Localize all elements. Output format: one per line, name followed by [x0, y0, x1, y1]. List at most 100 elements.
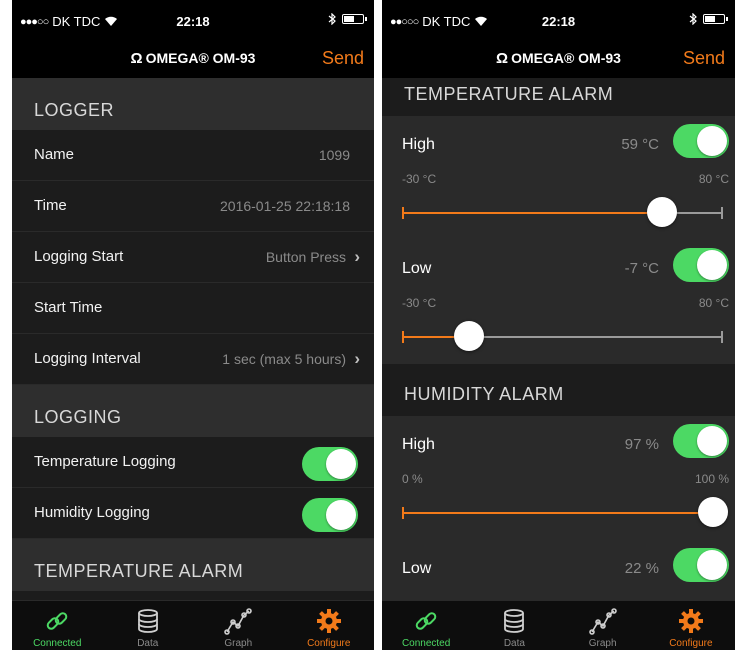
humidity-low-toggle[interactable]: [673, 548, 729, 582]
tab-graph[interactable]: Graph: [559, 601, 647, 650]
row-label: Logging Interval: [34, 350, 141, 367]
tab-connected[interactable]: Connected: [382, 601, 470, 650]
row-value: 1 sec (max 5 hours): [222, 351, 346, 367]
link-icon: [46, 612, 68, 630]
section-header-temperature-alarm: TEMPERATURE ALARM: [12, 539, 374, 591]
temperature-low-slider[interactable]: [402, 321, 723, 351]
status-bar: ●●○○○ DK TDC 22:18: [382, 0, 735, 40]
humidity-high-slider[interactable]: [402, 497, 729, 527]
nav-title-text: OMEGA® OM-93: [145, 50, 256, 66]
alarm-value: 59 °C: [621, 136, 659, 153]
row-value: Button Press: [265, 249, 346, 265]
section-header-temperature-alarm: TEMPERATURE ALARM: [382, 78, 735, 116]
tab-data[interactable]: Data: [103, 601, 194, 650]
slider-min-label: -30 °C: [402, 296, 437, 310]
slider-max-label: 80 °C: [698, 296, 729, 310]
tab-label: Data: [137, 638, 159, 649]
slider-thumb[interactable]: [647, 197, 677, 227]
tab-label: Configure: [307, 638, 351, 649]
bluetooth-icon: [689, 13, 697, 25]
row-logging-interval[interactable]: Logging Interval 1 sec (max 5 hours) ›: [12, 334, 374, 385]
tab-connected[interactable]: Connected: [12, 601, 103, 650]
omega-logo-icon: Ω: [496, 50, 509, 67]
temperature-low-alarm: Low -7 °C -30 °C 80 °C: [382, 240, 735, 364]
slider-max-label: 100 %: [694, 472, 729, 486]
battery-icon: [703, 14, 728, 24]
row-value: 2016-01-25 22:18:18: [220, 198, 350, 214]
tab-label: Connected: [33, 638, 82, 649]
humidity-high-alarm: High 97 % 0 % 100 %: [382, 416, 735, 540]
row-humidity-logging: Humidity Logging: [12, 488, 374, 539]
alarm-value: 97 %: [624, 436, 659, 453]
send-button[interactable]: Send: [683, 48, 725, 69]
alarm-value: 22 %: [624, 560, 659, 577]
tab-configure[interactable]: Configure: [284, 601, 375, 650]
link-icon: [415, 612, 437, 630]
row-label: Name: [34, 146, 75, 163]
section-header-humidity-alarm: HUMIDITY ALARM: [382, 364, 735, 416]
phone-screen-alarms: ●●○○○ DK TDC 22:18 Ω OMEGA® OM-93 Send TE…: [382, 0, 735, 650]
nav-bar: Ω OMEGA® OM-93 Send: [382, 40, 735, 78]
slider-min-label: 0 %: [402, 472, 423, 486]
slider-min-label: -30 °C: [402, 172, 437, 186]
row-logging-start[interactable]: Logging Start Button Press ›: [12, 232, 374, 283]
humidity-low-alarm: Low 22 %: [382, 540, 735, 600]
tab-data[interactable]: Data: [470, 601, 558, 650]
gear-icon: [316, 609, 341, 633]
row-start-time[interactable]: Start Time: [12, 283, 374, 334]
row-name[interactable]: Name 1099: [12, 130, 374, 181]
temperature-high-slider[interactable]: [402, 197, 723, 227]
alarm-settings-list: TEMPERATURE ALARM High 59 °C -30 °C 80 °…: [382, 78, 735, 600]
slider-thumb[interactable]: [454, 321, 485, 351]
status-bar: ●●●○○ DK TDC 22:18: [12, 0, 374, 40]
temperature-low-toggle[interactable]: [673, 248, 729, 282]
slider-thumb[interactable]: [698, 497, 729, 527]
tab-bar: Connected Data Graph Configure: [382, 600, 735, 650]
temperature-high-toggle[interactable]: [673, 124, 729, 158]
gear-icon: [678, 609, 703, 633]
tab-label: Graph: [224, 638, 253, 649]
nav-bar: Ω OMEGA® OM-93 Send: [12, 40, 374, 78]
nav-title-text: OMEGA® OM-93: [511, 50, 621, 66]
name-field[interactable]: 1099: [319, 147, 350, 163]
alarm-label: High: [402, 136, 435, 153]
battery-area: [328, 13, 367, 25]
slider-max-label: 80 °C: [698, 172, 729, 186]
status-time: 22:18: [541, 14, 576, 29]
tab-label: Connected: [401, 638, 451, 649]
alarm-label: Low: [402, 260, 432, 277]
row-time[interactable]: Time 2016-01-25 22:18:18: [12, 181, 374, 232]
status-time: 22:18: [176, 14, 210, 29]
alarm-value: -7 °C: [624, 260, 659, 277]
row-label: Humidity Logging: [34, 504, 150, 521]
bluetooth-icon: [328, 13, 336, 25]
omega-logo-icon: Ω: [130, 50, 143, 67]
section-header-logger: LOGGER: [12, 78, 374, 130]
tab-configure[interactable]: Configure: [647, 601, 735, 650]
graph-icon: [224, 608, 253, 635]
graph-icon: [588, 608, 617, 635]
send-button[interactable]: Send: [322, 48, 364, 69]
battery-area: [689, 13, 728, 25]
battery-icon: [342, 14, 367, 24]
alarm-label: High: [402, 436, 435, 453]
row-label: Time: [34, 197, 67, 214]
logger-settings-list: LOGGER Name 1099 Time 2016-01-25 22:18:1…: [12, 78, 374, 600]
temperature-high-alarm: High 59 °C -30 °C 80 °C: [382, 116, 735, 240]
tab-label: Graph: [588, 638, 617, 649]
chevron-right-icon: ›: [354, 349, 360, 368]
temperature-logging-toggle[interactable]: [302, 447, 358, 481]
nav-title: Ω OMEGA® OM-93: [12, 50, 374, 67]
section-header-logging: LOGGING: [12, 385, 374, 437]
humidity-high-toggle[interactable]: [673, 424, 729, 458]
humidity-logging-toggle[interactable]: [302, 498, 358, 532]
database-icon: [137, 609, 158, 633]
row-temperature-logging: Temperature Logging: [12, 437, 374, 488]
chevron-right-icon: ›: [354, 247, 360, 266]
tab-graph[interactable]: Graph: [193, 601, 284, 650]
row-label: Logging Start: [34, 248, 124, 265]
tab-bar: Connected Data Graph Configure: [12, 600, 374, 650]
database-icon: [504, 609, 525, 633]
row-label: Temperature Logging: [34, 453, 176, 470]
alarm-label: Low: [402, 560, 432, 577]
